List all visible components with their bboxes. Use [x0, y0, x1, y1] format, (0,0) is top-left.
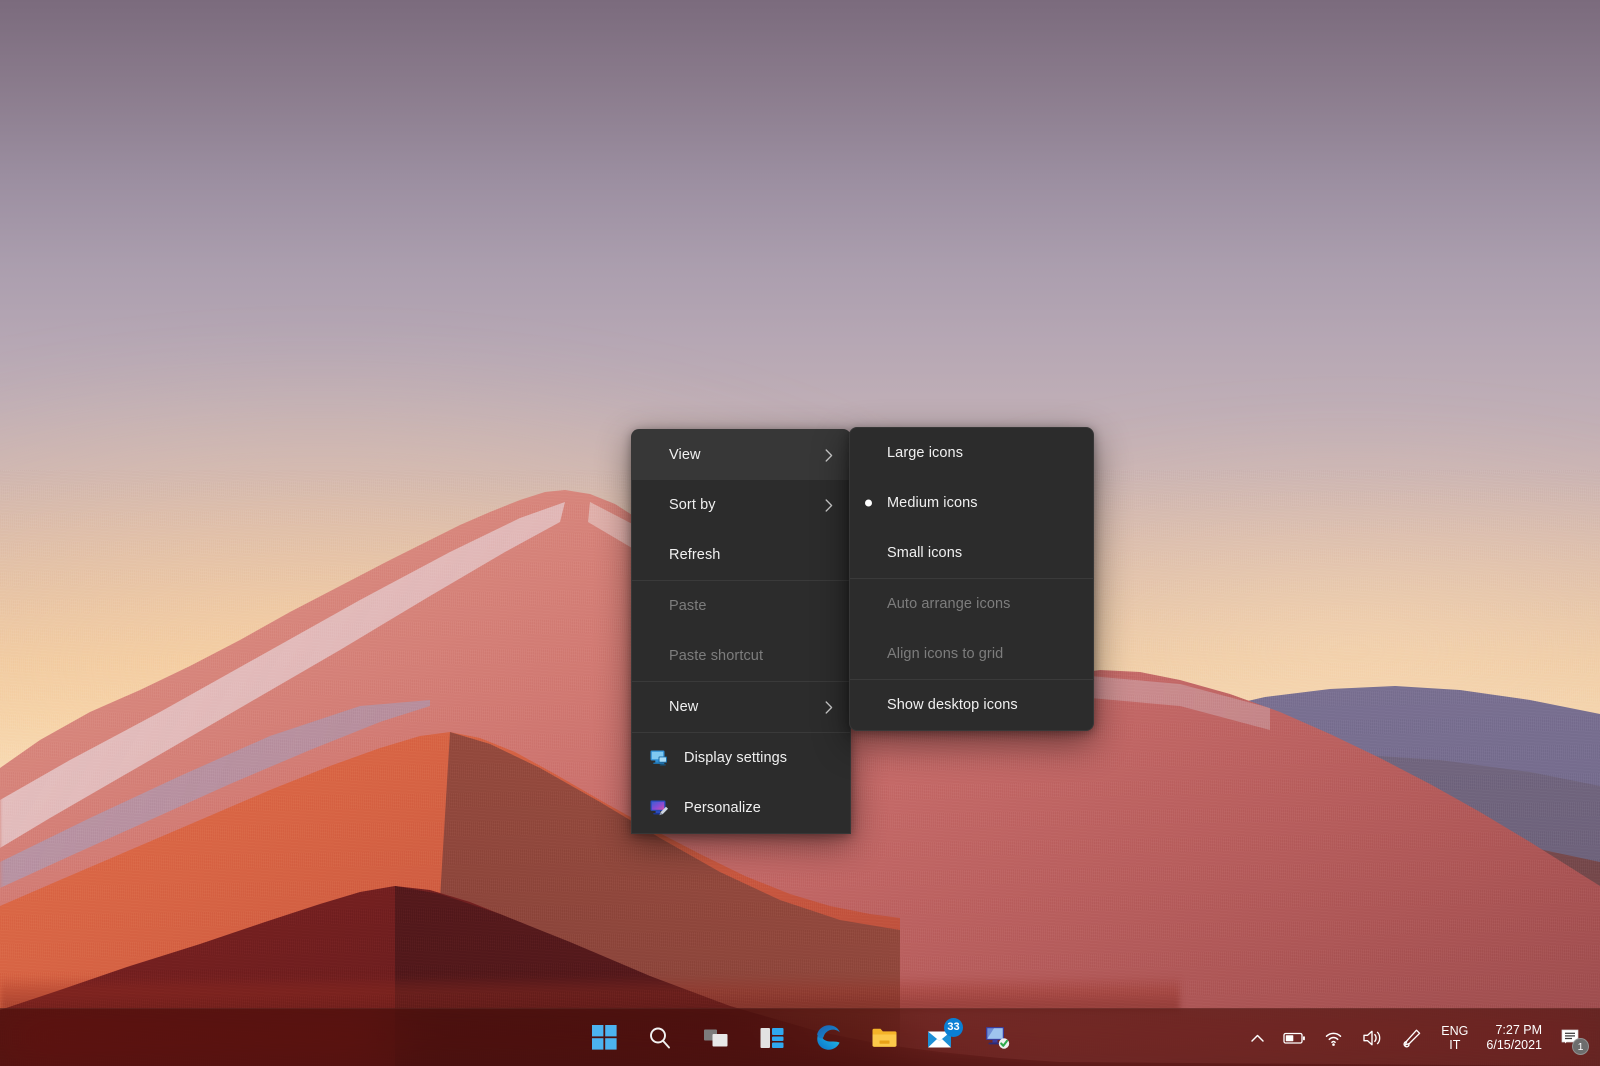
search-icon: [647, 1025, 673, 1051]
view-submenu-item-small-icons[interactable]: Small icons: [850, 528, 1093, 578]
context-menu-item-label: Refresh: [669, 547, 836, 563]
context-menu-item-label: Paste: [669, 598, 836, 614]
context-menu-item-paste-shortcut: Paste shortcut: [632, 631, 850, 681]
desktop[interactable]: View Sort by Refresh Paste Paste shortcu…: [0, 0, 1600, 1066]
notification-count-badge: 1: [1572, 1038, 1589, 1055]
taskbar[interactable]: 33: [0, 1008, 1600, 1066]
view-submenu-item-label: Align icons to grid: [887, 646, 1079, 662]
view-submenu-item-label: Auto arrange icons: [887, 596, 1079, 612]
context-menu-item-label: New: [669, 699, 822, 715]
tray-clock-time: 7:27 PM: [1495, 1023, 1542, 1038]
context-menu-item-paste: Paste: [632, 581, 850, 631]
speaker-icon: [1362, 1029, 1383, 1047]
widgets-icon: [759, 1025, 785, 1051]
context-menu-item-display-settings[interactable]: Display settings: [632, 733, 850, 783]
view-submenu-item-large-icons[interactable]: Large icons: [850, 428, 1093, 478]
desktop-context-menu[interactable]: View Sort by Refresh Paste Paste shortcu…: [631, 429, 851, 834]
view-submenu-item-auto-arrange-icons: Auto arrange icons: [850, 579, 1093, 629]
context-menu-item-label: Sort by: [669, 497, 822, 513]
taskbar-search-button[interactable]: [636, 1016, 684, 1060]
view-submenu-item-label: Small icons: [887, 545, 1079, 561]
tray-clock-button[interactable]: 7:27 PM 6/15/2021: [1478, 1016, 1554, 1060]
tray-language-button[interactable]: ENG IT: [1431, 1016, 1478, 1060]
tray-clock-date: 6/15/2021: [1486, 1038, 1542, 1053]
mail-unread-badge: 33: [944, 1018, 963, 1037]
view-submenu-item-show-desktop-icons[interactable]: Show desktop icons: [850, 680, 1093, 730]
chevron-up-icon: [1250, 1031, 1265, 1046]
context-menu-item-sort-by[interactable]: Sort by: [632, 480, 850, 530]
taskbar-file-explorer-button[interactable]: [860, 1016, 908, 1060]
tray-language-secondary: IT: [1449, 1038, 1460, 1052]
chevron-right-icon: [822, 498, 836, 512]
edge-browser-icon: [815, 1024, 842, 1051]
task-view-icon: [703, 1025, 729, 1051]
system-tray[interactable]: ENG IT 7:27 PM 6/15/2021 1: [1241, 1009, 1600, 1066]
radio-selected-icon: [865, 500, 872, 507]
remote-desktop-icon: [982, 1025, 1010, 1051]
context-menu-item-label: Personalize: [684, 800, 836, 816]
wallpaper-rust-strip: [0, 975, 1180, 1011]
pen-icon: [1401, 1028, 1422, 1049]
view-submenu-item-label: Show desktop icons: [887, 697, 1079, 713]
taskbar-task-view-button[interactable]: [692, 1016, 740, 1060]
context-menu-item-new[interactable]: New: [632, 682, 850, 732]
view-submenu-item-align-icons-to-grid: Align icons to grid: [850, 629, 1093, 679]
battery-icon: [1283, 1030, 1306, 1046]
tray-battery-button[interactable]: [1274, 1016, 1315, 1060]
context-menu-item-personalize[interactable]: Personalize: [632, 783, 850, 833]
wifi-icon: [1324, 1030, 1344, 1047]
monitor-icon: [648, 747, 670, 769]
folder-icon: [871, 1024, 898, 1051]
taskbar-start-button[interactable]: [580, 1016, 628, 1060]
context-menu-item-label: View: [669, 447, 822, 463]
view-submenu-item-label: Large icons: [887, 445, 1079, 461]
view-submenu-item-label: Medium icons: [887, 495, 1079, 511]
windows-start-icon: [592, 1025, 617, 1050]
context-menu-item-view[interactable]: View: [632, 430, 850, 480]
tray-pen-button[interactable]: [1392, 1016, 1431, 1060]
tray-notifications-button[interactable]: 1: [1554, 1016, 1594, 1060]
tray-network-button[interactable]: [1315, 1016, 1353, 1060]
taskbar-edge-button[interactable]: [804, 1016, 852, 1060]
context-menu-item-label: Paste shortcut: [669, 648, 836, 664]
context-menu-item-label: Display settings: [684, 750, 836, 766]
tray-show-hidden-icons-button[interactable]: [1241, 1016, 1274, 1060]
taskbar-mail-button[interactable]: 33: [916, 1016, 964, 1060]
chevron-right-icon: [822, 700, 836, 714]
monitor-paint-icon: [648, 797, 670, 819]
tray-volume-button[interactable]: [1353, 1016, 1392, 1060]
chevron-right-icon: [822, 448, 836, 462]
taskbar-center-group: 33: [580, 1016, 1020, 1060]
view-submenu[interactable]: Large icons Medium icons Small icons Aut…: [849, 427, 1094, 731]
taskbar-widgets-button[interactable]: [748, 1016, 796, 1060]
view-submenu-item-medium-icons[interactable]: Medium icons: [850, 478, 1093, 528]
taskbar-remote-desktop-button[interactable]: [972, 1016, 1020, 1060]
context-menu-item-refresh[interactable]: Refresh: [632, 530, 850, 580]
tray-language-primary: ENG: [1441, 1024, 1468, 1038]
